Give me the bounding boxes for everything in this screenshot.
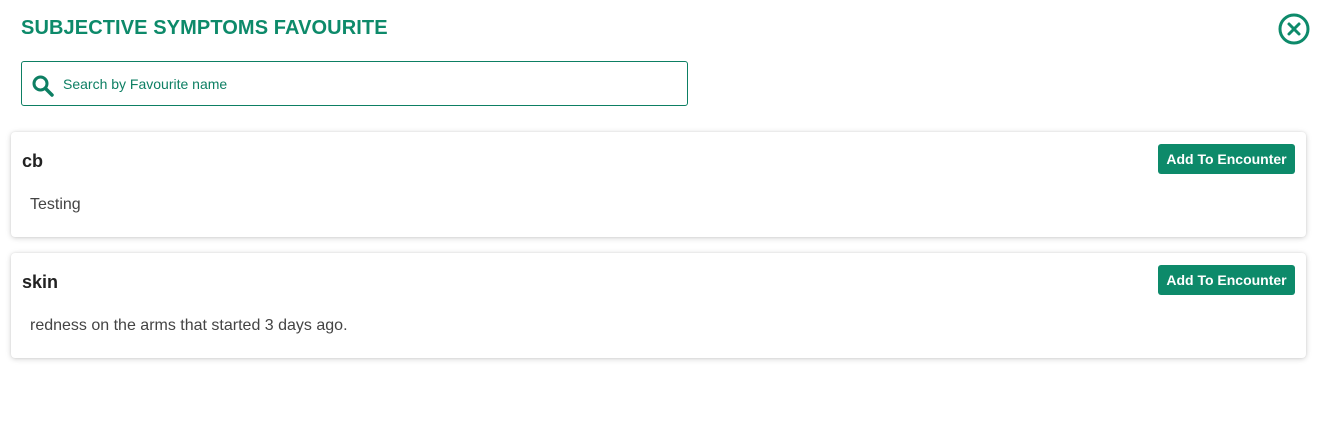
favourite-description: Testing (30, 196, 81, 213)
add-to-encounter-button[interactable]: Add To Encounter (1158, 144, 1295, 174)
close-button[interactable] (1278, 13, 1310, 45)
favourite-description: redness on the arms that started 3 days … (30, 317, 348, 334)
page-title: SUBJECTIVE SYMPTOMS FAVOURITE (21, 17, 388, 39)
search-input[interactable] (63, 62, 673, 105)
close-circle-icon (1278, 13, 1310, 45)
search-box (21, 61, 688, 106)
add-to-encounter-button[interactable]: Add To Encounter (1158, 265, 1295, 295)
favourite-card: cb Add To Encounter Testing (11, 132, 1306, 237)
favourites-panel: SUBJECTIVE SYMPTOMS FAVOURITE cb Add To … (0, 0, 1332, 422)
favourite-name: skin (22, 272, 59, 292)
favourite-name: cb (22, 151, 44, 171)
favourite-card: skin Add To Encounter redness on the arm… (11, 253, 1306, 358)
search-icon (32, 75, 54, 97)
